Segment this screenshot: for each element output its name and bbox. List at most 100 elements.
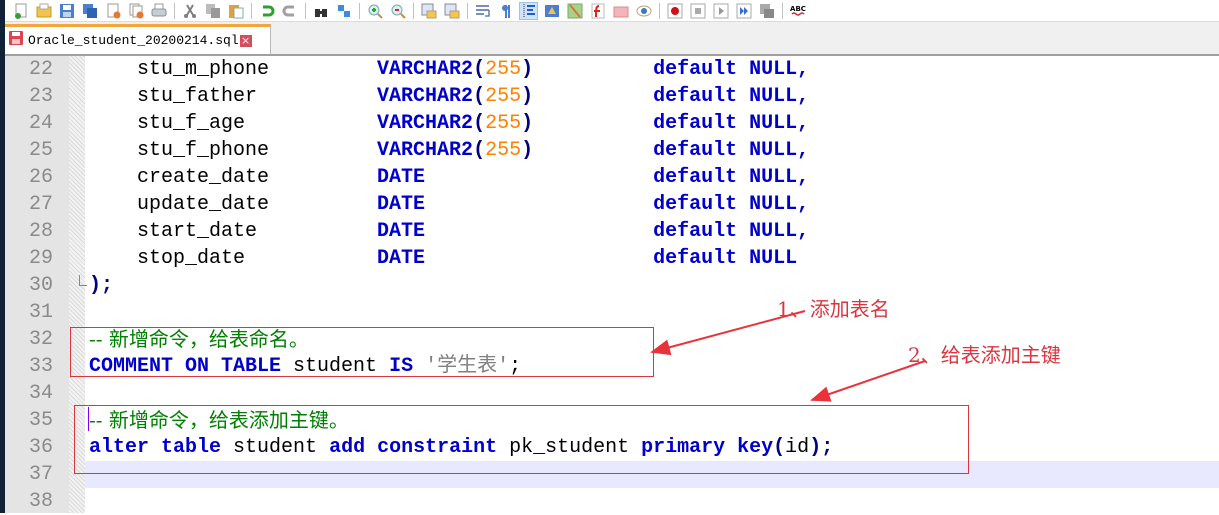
unsaved-file-icon (8, 30, 24, 51)
code-token-id (425, 220, 653, 243)
annotation-label-1: 1、添加表名 (777, 297, 890, 321)
save-button[interactable] (57, 2, 76, 20)
save-all-icon (82, 3, 97, 18)
code-line[interactable]: 31 (5, 299, 1219, 326)
word-wrap-button[interactable] (473, 2, 492, 20)
code-token-kw: default NULL, (653, 58, 810, 81)
record-macro-icon (667, 3, 682, 18)
code-line[interactable]: 27 update_date DATE default NULL, (5, 191, 1219, 218)
playback-macro-button[interactable] (711, 2, 730, 20)
find-icon (314, 8, 327, 17)
code-token-num: 255 (485, 85, 522, 108)
new-file-button[interactable] (11, 2, 30, 20)
document-map-icon (567, 3, 582, 18)
annotation-label-2: 2、给表添加主键 (908, 343, 1061, 367)
print-button[interactable] (149, 2, 168, 20)
open-file-icon (36, 3, 51, 17)
svg-text:ABC: ABC (790, 5, 806, 13)
code-line[interactable]: 24 stu_f_age VARCHAR2(255) default NULL, (5, 110, 1219, 137)
close-all-button[interactable] (126, 2, 145, 20)
show-all-chars-button[interactable] (496, 2, 515, 20)
code-text: stu_father VARCHAR2(255) default NULL, (89, 83, 809, 110)
save-icon (59, 3, 74, 18)
toolbar-separator (659, 2, 660, 19)
copy-button[interactable] (203, 2, 222, 20)
code-line[interactable]: 23 stu_father VARCHAR2(255) default NULL… (5, 83, 1219, 110)
main-toolbar: ABC (5, 0, 1219, 22)
code-token-kw: DATE (377, 220, 426, 243)
line-number: 33 (28, 355, 53, 378)
code-token-kw: DATE (377, 193, 426, 216)
document-map-button[interactable] (565, 2, 584, 20)
code-token-id: start_date (89, 220, 378, 243)
line-number: 25 (28, 139, 53, 162)
playback-macro-icon (713, 3, 728, 18)
line-number: 37 (28, 463, 53, 486)
redo-icon (282, 5, 294, 16)
cut-icon (183, 3, 196, 18)
code-token-paren: ( (473, 139, 486, 162)
code-token-id: stop_date (89, 247, 378, 270)
code-token-paren: ) (521, 112, 534, 135)
code-line[interactable]: 26 create_date DATE default NULL, (5, 164, 1219, 191)
save-all-button[interactable] (80, 2, 99, 20)
code-line[interactable]: 34 (5, 380, 1219, 407)
function-list-icon (591, 3, 604, 18)
line-number: 28 (28, 220, 53, 243)
code-line[interactable]: 28 start_date DATE default NULL, (5, 218, 1219, 245)
code-token-kw: DATE (377, 247, 426, 270)
code-line[interactable]: 30); (5, 272, 1219, 299)
line-number: 38 (28, 490, 53, 513)
user-language-button[interactable] (542, 2, 561, 20)
toolbar-separator (413, 2, 414, 19)
new-file-icon (14, 3, 26, 19)
indent-guide-button[interactable] (519, 1, 538, 20)
annotation-box-comment (70, 327, 654, 377)
tab-close-button[interactable]: × (239, 34, 252, 47)
undo-icon (262, 5, 274, 16)
paste-button[interactable] (226, 2, 245, 20)
line-number: 30 (28, 274, 53, 297)
save-macro-button[interactable] (757, 2, 776, 20)
find-button[interactable] (311, 2, 330, 20)
stop-recording-icon (690, 3, 705, 18)
spell-check-button[interactable]: ABC (788, 2, 807, 20)
run-macro-multiple-button[interactable] (734, 2, 753, 20)
close-button[interactable] (103, 2, 122, 20)
zoom-out-icon (391, 4, 406, 19)
line-number: 27 (28, 193, 53, 216)
function-list-button[interactable] (588, 2, 607, 20)
folder-workspace-button[interactable] (611, 2, 630, 20)
redo-button[interactable] (280, 2, 299, 20)
undo-button[interactable] (257, 2, 276, 20)
line-number: 31 (28, 301, 53, 324)
code-text: update_date DATE default NULL, (89, 191, 809, 218)
cut-button[interactable] (180, 2, 199, 20)
zoom-out-button[interactable] (388, 2, 407, 20)
sync-horizontal-button[interactable] (442, 2, 461, 20)
code-line[interactable]: 22 stu_m_phone VARCHAR2(255) default NUL… (5, 56, 1219, 83)
toolbar-separator (174, 2, 175, 19)
sync-vertical-button[interactable] (419, 2, 438, 20)
monitoring-button[interactable] (634, 2, 653, 20)
code-line[interactable]: 38 (5, 488, 1219, 515)
open-file-button[interactable] (34, 2, 53, 20)
record-macro-button[interactable] (665, 2, 684, 20)
code-token-id (533, 112, 653, 135)
code-token-kw: default NULL, (653, 166, 810, 189)
code-token-kw: VARCHAR2 (377, 58, 474, 81)
code-token-kw: default NULL (653, 247, 798, 270)
code-token-paren: ) (521, 58, 534, 81)
indent-guide-icon (523, 3, 535, 18)
zoom-in-button[interactable] (365, 2, 384, 20)
code-text: start_date DATE default NULL, (89, 218, 809, 245)
code-token-kw: VARCHAR2 (377, 112, 474, 135)
code-line[interactable]: 25 stu_f_phone VARCHAR2(255) default NUL… (5, 137, 1219, 164)
code-line[interactable]: 29 stop_date DATE default NULL (5, 245, 1219, 272)
replace-button[interactable] (334, 2, 353, 20)
tab-oracle-student-sql[interactable]: Oracle_student_20200214.sql × (5, 24, 271, 54)
line-number: 32 (28, 328, 53, 351)
word-wrap-icon (475, 4, 490, 17)
show-all-chars-icon (501, 4, 510, 18)
stop-recording-button[interactable] (688, 2, 707, 20)
